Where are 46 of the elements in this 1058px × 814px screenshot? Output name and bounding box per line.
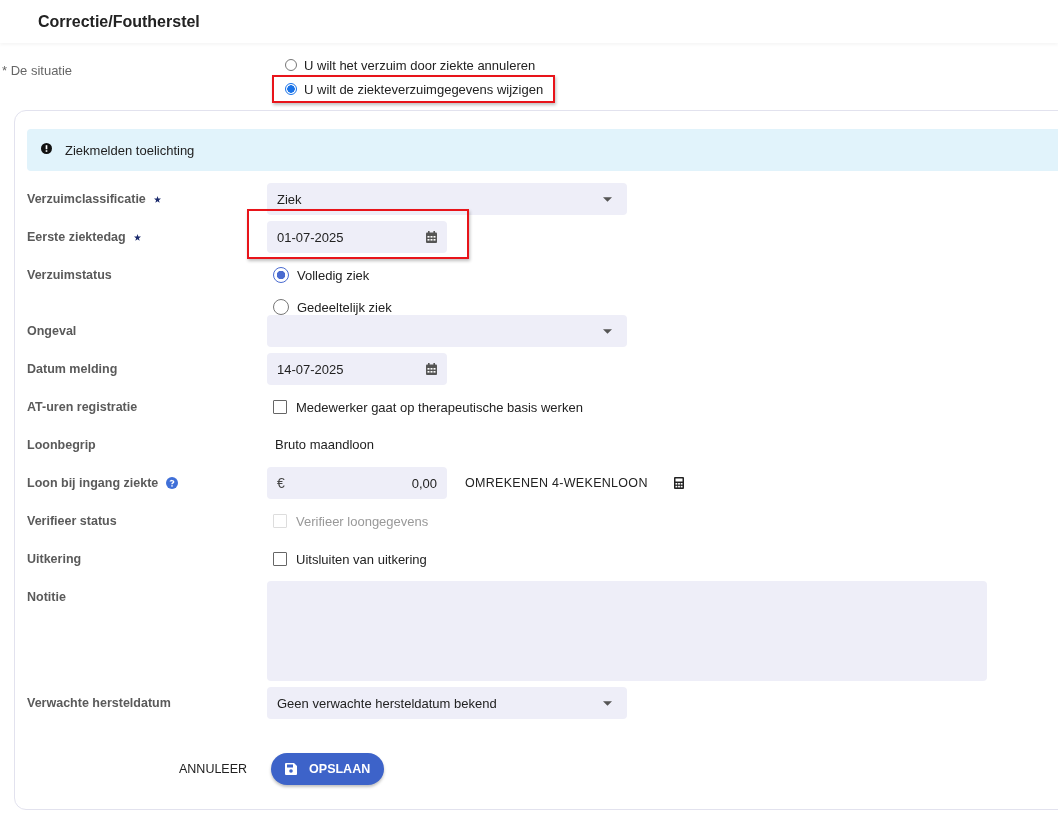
field-value: Bruto maandloon bbox=[275, 436, 374, 454]
checkbox-label: Medewerker gaat op therapeutische basis werken bbox=[296, 399, 583, 415]
radio-label: Gedeeltelijk ziek bbox=[297, 299, 392, 315]
field-label: Verwachte hersteldatum bbox=[27, 696, 171, 710]
alert-icon bbox=[41, 142, 52, 154]
date-field[interactable]: 01-07-2025 bbox=[267, 221, 447, 253]
field-label: Verzuimstatus bbox=[27, 268, 112, 282]
radio-button[interactable] bbox=[273, 267, 289, 283]
dropdown-field[interactable]: Geen verwachte hersteldatum bekend bbox=[267, 687, 627, 719]
field-label: Loon bij ingang ziekte bbox=[27, 476, 159, 490]
field-label: * De situatie bbox=[1, 62, 74, 80]
info-text: Ziekmelden toelichting bbox=[65, 142, 195, 158]
dropdown-field[interactable] bbox=[267, 315, 627, 347]
checkbox[interactable] bbox=[273, 400, 287, 414]
field-label: AT-uren registratie bbox=[27, 400, 138, 414]
radio-label: Volledig ziek bbox=[297, 267, 370, 283]
field-label: Ongeval bbox=[27, 324, 77, 338]
dropdown-field[interactable]: Ziek bbox=[267, 183, 627, 215]
checkbox[interactable] bbox=[273, 552, 287, 566]
save-button[interactable]: OPSLAAN bbox=[271, 753, 385, 785]
calendar-icon bbox=[426, 231, 437, 243]
convert-button[interactable]: OMREKENEN 4-WEKENLOON bbox=[465, 476, 648, 490]
field-label: Eerste ziektedag bbox=[27, 230, 126, 244]
radio-button[interactable] bbox=[285, 83, 297, 95]
calculator-icon[interactable] bbox=[673, 477, 684, 489]
field-label: Verifieer status bbox=[27, 514, 117, 528]
field-label: Loonbegrip bbox=[27, 438, 96, 452]
radio-label: U wilt de ziekteverzuimgegevens wijzigen bbox=[304, 81, 544, 97]
date-field[interactable]: 14-07-2025 bbox=[267, 353, 447, 385]
field-label: Datum melding bbox=[27, 362, 118, 376]
field-label: Uitkering bbox=[27, 552, 82, 566]
radio-button[interactable] bbox=[273, 299, 289, 315]
caret-icon bbox=[603, 700, 612, 706]
radio-button[interactable] bbox=[285, 59, 297, 71]
checkbox-label: Verifieer loongegevens bbox=[296, 513, 429, 529]
amount-field[interactable]: € 0,00 bbox=[267, 467, 447, 499]
page-title: Correctie/Foutherstel bbox=[38, 12, 200, 31]
calendar-icon bbox=[426, 363, 437, 375]
checkbox-label: Uitsluiten van uitkering bbox=[296, 551, 427, 567]
help-icon[interactable] bbox=[166, 477, 179, 489]
field-label: Verzuimclassificatie bbox=[27, 192, 146, 206]
cancel-button[interactable]: ANNULEER bbox=[179, 762, 248, 776]
caret-icon bbox=[603, 196, 612, 202]
radio-label: U wilt het verzuim door ziekte annuleren bbox=[304, 57, 536, 73]
field-label: Notitie bbox=[27, 590, 66, 604]
caret-icon bbox=[603, 328, 612, 334]
